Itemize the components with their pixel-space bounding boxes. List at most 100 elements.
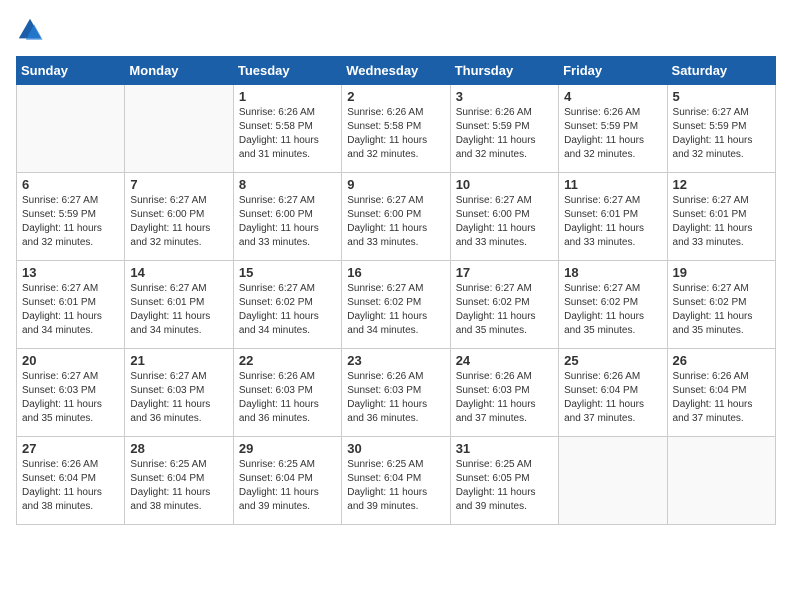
calendar-cell: 20 Sunrise: 6:27 AM Sunset: 6:03 PM Dayli… — [17, 349, 125, 437]
day-info: Sunrise: 6:27 AM Sunset: 6:02 PM Dayligh… — [239, 282, 336, 338]
day-info: Sunrise: 6:27 AM Sunset: 6:00 PM Dayligh… — [456, 194, 553, 250]
calendar-header-tuesday: Tuesday — [233, 57, 341, 85]
calendar-cell — [125, 85, 233, 173]
day-number: 9 — [347, 177, 444, 192]
calendar-cell: 11 Sunrise: 6:27 AM Sunset: 6:01 PM Dayli… — [559, 173, 667, 261]
day-number: 3 — [456, 89, 553, 104]
day-number: 28 — [130, 441, 227, 456]
logo — [16, 16, 48, 44]
day-number: 20 — [22, 353, 119, 368]
day-number: 17 — [456, 265, 553, 280]
calendar-header-saturday: Saturday — [667, 57, 775, 85]
day-info: Sunrise: 6:26 AM Sunset: 6:03 PM Dayligh… — [239, 370, 336, 426]
day-info: Sunrise: 6:27 AM Sunset: 6:00 PM Dayligh… — [130, 194, 227, 250]
day-number: 31 — [456, 441, 553, 456]
calendar-cell: 17 Sunrise: 6:27 AM Sunset: 6:02 PM Dayli… — [450, 261, 558, 349]
calendar-cell: 31 Sunrise: 6:25 AM Sunset: 6:05 PM Dayli… — [450, 437, 558, 525]
day-info: Sunrise: 6:27 AM Sunset: 6:02 PM Dayligh… — [673, 282, 770, 338]
week-row-2: 6Sunrise: 6:27 AM Sunset: 5:59 PM Daylig… — [17, 173, 776, 261]
day-info: Sunrise: 6:27 AM Sunset: 6:01 PM Dayligh… — [564, 194, 661, 250]
calendar-cell: 3 Sunrise: 6:26 AM Sunset: 5:59 PM Daylig… — [450, 85, 558, 173]
day-info: Sunrise: 6:27 AM Sunset: 6:00 PM Dayligh… — [239, 194, 336, 250]
calendar-header-row: SundayMondayTuesdayWednesdayThursdayFrid… — [17, 57, 776, 85]
day-info: Sunrise: 6:25 AM Sunset: 6:04 PM Dayligh… — [239, 458, 336, 514]
day-number: 7 — [130, 177, 227, 192]
day-info: Sunrise: 6:27 AM Sunset: 6:02 PM Dayligh… — [564, 282, 661, 338]
day-info: Sunrise: 6:26 AM Sunset: 6:03 PM Dayligh… — [456, 370, 553, 426]
day-info: Sunrise: 6:27 AM Sunset: 5:59 PM Dayligh… — [22, 194, 119, 250]
calendar-cell: 15 Sunrise: 6:27 AM Sunset: 6:02 PM Dayli… — [233, 261, 341, 349]
calendar-cell: 24 Sunrise: 6:26 AM Sunset: 6:03 PM Dayli… — [450, 349, 558, 437]
day-number: 12 — [673, 177, 770, 192]
calendar-cell: 4Sunrise: 6:26 AM Sunset: 5:59 PM Daylig… — [559, 85, 667, 173]
day-number: 22 — [239, 353, 336, 368]
calendar-header-sunday: Sunday — [17, 57, 125, 85]
day-info: Sunrise: 6:27 AM Sunset: 6:03 PM Dayligh… — [130, 370, 227, 426]
day-info: Sunrise: 6:27 AM Sunset: 6:01 PM Dayligh… — [673, 194, 770, 250]
day-number: 23 — [347, 353, 444, 368]
calendar-cell: 29 Sunrise: 6:25 AM Sunset: 6:04 PM Dayli… — [233, 437, 341, 525]
calendar-cell: 26 Sunrise: 6:26 AM Sunset: 6:04 PM Dayli… — [667, 349, 775, 437]
day-number: 15 — [239, 265, 336, 280]
day-number: 8 — [239, 177, 336, 192]
calendar-cell: 10Sunrise: 6:27 AM Sunset: 6:00 PM Dayli… — [450, 173, 558, 261]
day-info: Sunrise: 6:26 AM Sunset: 6:04 PM Dayligh… — [564, 370, 661, 426]
day-number: 29 — [239, 441, 336, 456]
day-number: 2 — [347, 89, 444, 104]
day-info: Sunrise: 6:26 AM Sunset: 6:03 PM Dayligh… — [347, 370, 444, 426]
calendar-cell: 25 Sunrise: 6:26 AM Sunset: 6:04 PM Dayli… — [559, 349, 667, 437]
day-info: Sunrise: 6:26 AM Sunset: 5:59 PM Dayligh… — [456, 106, 553, 162]
calendar-header-friday: Friday — [559, 57, 667, 85]
calendar-cell: 7 Sunrise: 6:27 AM Sunset: 6:00 PM Daylig… — [125, 173, 233, 261]
calendar-cell: 13Sunrise: 6:27 AM Sunset: 6:01 PM Dayli… — [17, 261, 125, 349]
day-info: Sunrise: 6:26 AM Sunset: 5:58 PM Dayligh… — [239, 106, 336, 162]
day-number: 1 — [239, 89, 336, 104]
day-info: Sunrise: 6:27 AM Sunset: 6:02 PM Dayligh… — [347, 282, 444, 338]
calendar-cell: 1 Sunrise: 6:26 AM Sunset: 5:58 PM Daylig… — [233, 85, 341, 173]
calendar-header-monday: Monday — [125, 57, 233, 85]
day-info: Sunrise: 6:26 AM Sunset: 5:59 PM Dayligh… — [564, 106, 661, 162]
day-info: Sunrise: 6:27 AM Sunset: 6:03 PM Dayligh… — [22, 370, 119, 426]
day-info: Sunrise: 6:25 AM Sunset: 6:05 PM Dayligh… — [456, 458, 553, 514]
day-number: 5 — [673, 89, 770, 104]
week-row-5: 27 Sunrise: 6:26 AM Sunset: 6:04 PM Dayli… — [17, 437, 776, 525]
day-number: 14 — [130, 265, 227, 280]
calendar-header-wednesday: Wednesday — [342, 57, 450, 85]
calendar-table: SundayMondayTuesdayWednesdayThursdayFrid… — [16, 56, 776, 525]
calendar-cell: 5 Sunrise: 6:27 AM Sunset: 5:59 PM Daylig… — [667, 85, 775, 173]
day-info: Sunrise: 6:27 AM Sunset: 6:01 PM Dayligh… — [22, 282, 119, 338]
day-info: Sunrise: 6:27 AM Sunset: 6:01 PM Dayligh… — [130, 282, 227, 338]
calendar-cell: 27 Sunrise: 6:26 AM Sunset: 6:04 PM Dayli… — [17, 437, 125, 525]
day-number: 26 — [673, 353, 770, 368]
day-number: 25 — [564, 353, 661, 368]
calendar-cell — [559, 437, 667, 525]
day-number: 30 — [347, 441, 444, 456]
calendar-cell: 23 Sunrise: 6:26 AM Sunset: 6:03 PM Dayli… — [342, 349, 450, 437]
day-info: Sunrise: 6:26 AM Sunset: 6:04 PM Dayligh… — [673, 370, 770, 426]
calendar-cell — [17, 85, 125, 173]
calendar-cell: 6Sunrise: 6:27 AM Sunset: 5:59 PM Daylig… — [17, 173, 125, 261]
calendar-cell: 8 Sunrise: 6:27 AM Sunset: 6:00 PM Daylig… — [233, 173, 341, 261]
day-info: Sunrise: 6:25 AM Sunset: 6:04 PM Dayligh… — [130, 458, 227, 514]
day-info: Sunrise: 6:26 AM Sunset: 5:58 PM Dayligh… — [347, 106, 444, 162]
calendar-cell: 19Sunrise: 6:27 AM Sunset: 6:02 PM Dayli… — [667, 261, 775, 349]
day-number: 18 — [564, 265, 661, 280]
calendar-header-thursday: Thursday — [450, 57, 558, 85]
page-header — [16, 16, 776, 44]
day-number: 24 — [456, 353, 553, 368]
day-info: Sunrise: 6:27 AM Sunset: 5:59 PM Dayligh… — [673, 106, 770, 162]
day-info: Sunrise: 6:27 AM Sunset: 6:02 PM Dayligh… — [456, 282, 553, 338]
day-number: 11 — [564, 177, 661, 192]
calendar-cell: 2 Sunrise: 6:26 AM Sunset: 5:58 PM Daylig… — [342, 85, 450, 173]
calendar-cell: 18 Sunrise: 6:27 AM Sunset: 6:02 PM Dayli… — [559, 261, 667, 349]
week-row-4: 20 Sunrise: 6:27 AM Sunset: 6:03 PM Dayli… — [17, 349, 776, 437]
calendar-cell: 14 Sunrise: 6:27 AM Sunset: 6:01 PM Dayli… — [125, 261, 233, 349]
day-info: Sunrise: 6:26 AM Sunset: 6:04 PM Dayligh… — [22, 458, 119, 514]
calendar-cell: 28 Sunrise: 6:25 AM Sunset: 6:04 PM Dayli… — [125, 437, 233, 525]
day-number: 21 — [130, 353, 227, 368]
day-info: Sunrise: 6:25 AM Sunset: 6:04 PM Dayligh… — [347, 458, 444, 514]
calendar-cell — [667, 437, 775, 525]
week-row-1: 1 Sunrise: 6:26 AM Sunset: 5:58 PM Daylig… — [17, 85, 776, 173]
day-number: 27 — [22, 441, 119, 456]
calendar-cell: 22 Sunrise: 6:26 AM Sunset: 6:03 PM Dayli… — [233, 349, 341, 437]
